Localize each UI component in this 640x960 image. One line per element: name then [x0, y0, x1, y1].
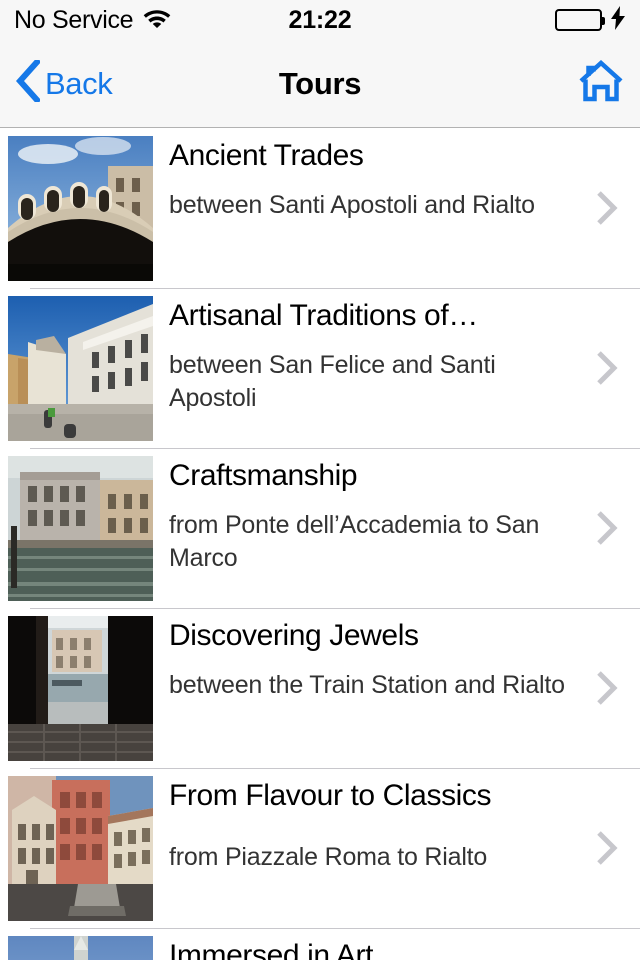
tour-title: Immersed in Art: [169, 939, 374, 960]
back-button-label: Back: [45, 66, 113, 101]
tour-text: Artisanal Traditions of… between San Fel…: [153, 288, 640, 415]
list-item[interactable]: Ancient Trades between Santi Apostoli an…: [0, 128, 640, 288]
tour-subtitle: from Ponte dell’Accademia to San Marco: [169, 511, 540, 572]
tour-thumbnail: [8, 456, 153, 601]
list-item[interactable]: From Flavour to Classics from Piazzale R…: [0, 768, 640, 928]
tour-subtitle: between San Felice and Santi Apostoli: [169, 351, 496, 412]
tour-thumbnail: [8, 936, 153, 960]
tour-subtitle: between Santi Apostoli and Rialto: [169, 191, 535, 219]
tour-title: From Flavour to Classics: [169, 779, 492, 812]
tour-thumbnail: [8, 136, 153, 281]
carrier-label: No Service: [14, 5, 134, 34]
list-item[interactable]: Immersed in Art: [0, 928, 640, 960]
tour-title: Craftsmanship: [169, 459, 358, 492]
tour-thumbnail: [8, 776, 153, 921]
battery-cap: [602, 17, 605, 25]
tour-title: Ancient Trades: [169, 139, 364, 172]
tour-thumbnail: [8, 296, 153, 441]
tour-text: Immersed in Art: [153, 928, 640, 960]
tour-text: From Flavour to Classics from Piazzale R…: [153, 768, 640, 874]
chevron-left-icon: [15, 57, 42, 107]
navigation-bar: Back Tours: [0, 40, 640, 128]
tours-list[interactable]: Ancient Trades between Santi Apostoli an…: [0, 128, 640, 960]
status-bar: No Service 21:22: [0, 0, 640, 40]
home-button[interactable]: [578, 59, 624, 107]
status-bar-left: No Service: [14, 7, 171, 33]
tour-text: Discovering Jewels between the Train Sta…: [153, 608, 640, 702]
tour-text: Ancient Trades between Santi Apostoli an…: [153, 128, 640, 222]
lightning-bolt-icon: [610, 5, 626, 35]
list-item[interactable]: Craftsmanship from Ponte dell’Accademia …: [0, 448, 640, 608]
home-icon: [578, 59, 624, 107]
wifi-icon: [143, 7, 171, 33]
tour-thumbnail: [8, 616, 153, 761]
list-item[interactable]: Artisanal Traditions of… between San Fel…: [0, 288, 640, 448]
tour-title: Discovering Jewels: [169, 619, 419, 652]
tour-title: Artisanal Traditions of…: [169, 299, 478, 332]
tour-subtitle: between the Train Station and Rialto: [169, 671, 565, 699]
tour-subtitle: from Piazzale Roma to Rialto: [169, 843, 488, 871]
tour-text: Craftsmanship from Ponte dell’Accademia …: [153, 448, 640, 575]
status-bar-right: [555, 5, 626, 35]
battery-icon: [555, 9, 605, 31]
back-button[interactable]: Back: [15, 57, 113, 107]
list-item[interactable]: Discovering Jewels between the Train Sta…: [0, 608, 640, 768]
